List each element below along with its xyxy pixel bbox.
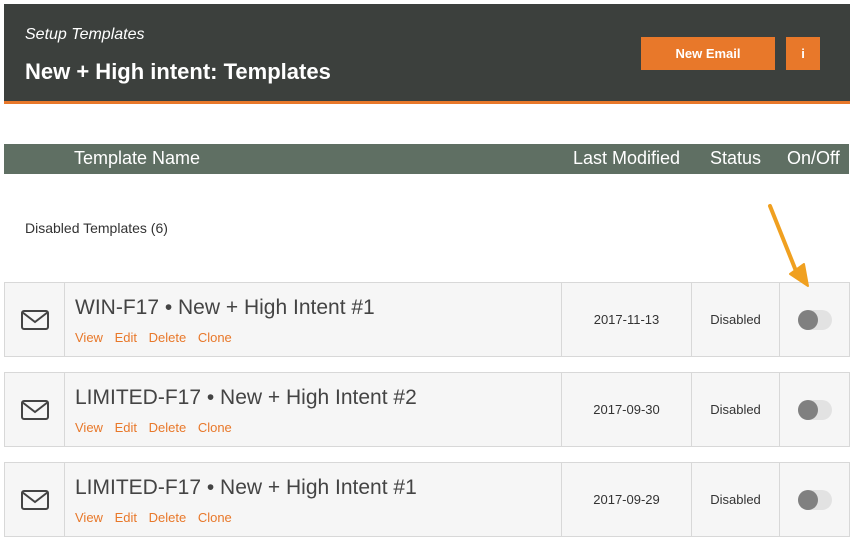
- envelope-icon: [20, 309, 49, 330]
- toggle-knob: [797, 489, 818, 510]
- envelope-icon: [20, 489, 49, 510]
- table-row: LIMITED-F17 • New + High Intent #1 View …: [4, 462, 850, 537]
- row-name-cell: LIMITED-F17 • New + High Intent #1 View …: [65, 463, 562, 536]
- row-icon-cell: [5, 463, 65, 536]
- column-status[interactable]: Status: [710, 148, 761, 169]
- arrow-icon: [768, 204, 809, 287]
- edit-link[interactable]: Edit: [115, 420, 137, 435]
- toggle-cell: [780, 463, 849, 536]
- row-name-cell: WIN-F17 • New + High Intent #1 View Edit…: [65, 283, 562, 356]
- last-modified: 2017-09-30: [562, 373, 692, 446]
- column-on-off: On/Off: [787, 148, 840, 168]
- page-title: New + High intent: Templates: [25, 59, 331, 84]
- envelope-icon: [20, 399, 49, 420]
- row-icon-cell: [5, 373, 65, 446]
- view-link[interactable]: View: [75, 510, 103, 525]
- group-label: Disabled Templates (6): [25, 220, 168, 236]
- template-name: WIN-F17 • New + High Intent #1: [75, 296, 375, 319]
- toggle-knob: [797, 399, 818, 420]
- template-name: LIMITED-F17 • New + High Intent #1: [75, 476, 417, 499]
- row-actions: View Edit Delete Clone: [75, 420, 240, 435]
- table-header: Template Name Last Modified Status On/Of…: [4, 144, 849, 174]
- table-row: WIN-F17 • New + High Intent #1 View Edit…: [4, 282, 850, 357]
- row-icon-cell: [5, 283, 65, 356]
- delete-link[interactable]: Delete: [149, 510, 187, 525]
- table-row: LIMITED-F17 • New + High Intent #2 View …: [4, 372, 850, 447]
- template-name: LIMITED-F17 • New + High Intent #2: [75, 386, 417, 409]
- new-email-button[interactable]: New Email: [641, 37, 775, 70]
- row-actions: View Edit Delete Clone: [75, 510, 240, 525]
- info-button[interactable]: i: [786, 37, 820, 70]
- row-name-cell: LIMITED-F17 • New + High Intent #2 View …: [65, 373, 562, 446]
- status-text: Disabled: [692, 373, 780, 446]
- last-modified: 2017-09-29: [562, 463, 692, 536]
- status-text: Disabled: [692, 463, 780, 536]
- clone-link[interactable]: Clone: [198, 510, 232, 525]
- on-off-toggle[interactable]: [797, 489, 832, 510]
- delete-link[interactable]: Delete: [149, 420, 187, 435]
- view-link[interactable]: View: [75, 330, 103, 345]
- edit-link[interactable]: Edit: [115, 330, 137, 345]
- page-header: Setup Templates New + High intent: Templ…: [4, 4, 850, 104]
- toggle-cell: [780, 373, 849, 446]
- clone-link[interactable]: Clone: [198, 420, 232, 435]
- delete-link[interactable]: Delete: [149, 330, 187, 345]
- last-modified: 2017-11-13: [562, 283, 692, 356]
- column-template-name[interactable]: Template Name: [74, 148, 200, 169]
- column-last-modified[interactable]: Last Modified: [573, 148, 680, 169]
- clone-link[interactable]: Clone: [198, 330, 232, 345]
- edit-link[interactable]: Edit: [115, 510, 137, 525]
- row-actions: View Edit Delete Clone: [75, 330, 240, 345]
- toggle-knob: [797, 309, 818, 330]
- breadcrumb[interactable]: Setup Templates: [25, 26, 144, 44]
- view-link[interactable]: View: [75, 420, 103, 435]
- on-off-toggle[interactable]: [797, 309, 832, 330]
- on-off-toggle[interactable]: [797, 399, 832, 420]
